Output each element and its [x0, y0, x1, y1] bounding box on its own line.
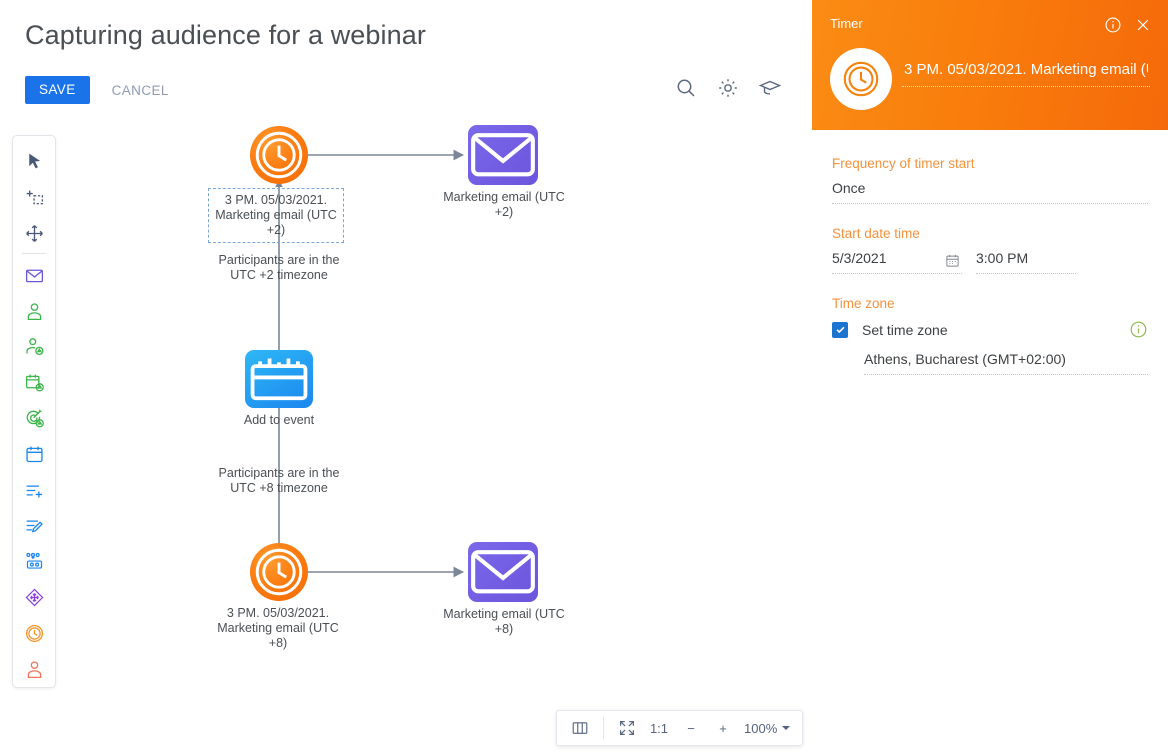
node-timer-utc2[interactable]	[250, 126, 308, 184]
edge-label-utc8: Participants are in the UTC +8 timezone	[218, 466, 340, 495]
timezone-select-wrapper	[864, 351, 1148, 375]
zoom-reset-button[interactable]: 1:1	[644, 711, 674, 745]
frequency-field-group: Frequency of timer start	[832, 156, 1148, 204]
start-time-wrapper	[976, 250, 1076, 274]
move-tool[interactable]	[14, 216, 54, 252]
diamond-move-tool[interactable]	[14, 580, 54, 616]
app-root: Capturing audience for a webinar SAVE CA…	[0, 0, 1168, 755]
timer-properties-panel: Timer Frequency of timer start Start dat…	[812, 0, 1168, 755]
columns-minimap-icon[interactable]	[565, 711, 595, 745]
cursor-select-tool[interactable]	[14, 144, 54, 180]
cancel-button[interactable]: CANCEL	[112, 83, 169, 98]
zoom-level-select[interactable]: 100%	[740, 721, 794, 736]
calendar-icon[interactable]	[945, 253, 960, 268]
action-bar: SAVE CANCEL	[25, 76, 169, 104]
gear-icon[interactable]	[716, 76, 740, 100]
chevron-down-icon	[782, 726, 791, 730]
set-timezone-row: Set time zone	[832, 320, 1148, 339]
timer-tool[interactable]	[14, 615, 54, 651]
start-datetime-row	[832, 250, 1148, 274]
target-goal-tool[interactable]	[14, 401, 54, 437]
node-label-email-utc8[interactable]: Marketing email (UTC +8)	[440, 607, 568, 637]
split-flow-tool[interactable]	[14, 544, 54, 580]
list-add-tool[interactable]	[14, 472, 54, 508]
timezone-field-group: Time zone Set time zone	[832, 296, 1148, 375]
timer-clock-icon	[830, 48, 892, 110]
start-datetime-label: Start date time	[832, 226, 920, 241]
calendar-add-tool[interactable]	[14, 365, 54, 401]
set-timezone-label: Set time zone	[862, 321, 948, 338]
main-canvas-area: Capturing audience for a webinar SAVE CA…	[0, 0, 812, 755]
list-edit-tool[interactable]	[14, 508, 54, 544]
palette-divider	[22, 253, 46, 255]
timezone-label: Time zone	[832, 296, 895, 311]
save-button[interactable]: SAVE	[25, 76, 90, 104]
tool-palette	[12, 135, 56, 688]
person-tool[interactable]	[14, 293, 54, 329]
page-title: Capturing audience for a webinar	[25, 20, 426, 50]
node-label-email-utc2[interactable]: Marketing email (UTC +2)	[440, 190, 568, 220]
participant-tool[interactable]	[14, 651, 54, 687]
info-circle-icon[interactable]	[1104, 16, 1122, 34]
node-label-timer-utc2[interactable]: 3 PM. 05/03/2021. Marketing email (UTC +…	[208, 188, 344, 243]
frequency-input[interactable]	[832, 180, 1148, 204]
close-icon[interactable]	[1134, 16, 1152, 34]
zoom-toolbar: 1:1 − + 100%	[556, 710, 804, 746]
calendar-tool[interactable]	[14, 436, 54, 472]
node-timer-utc8[interactable]	[250, 543, 308, 601]
node-label-add-to-event[interactable]: Add to event	[219, 413, 339, 428]
workflow-canvas[interactable]: 3 PM. 05/03/2021. Marketing email (UTC +…	[70, 110, 812, 690]
top-right-icons	[674, 76, 782, 100]
person-add-tool[interactable]	[14, 329, 54, 365]
start-date-input[interactable]	[832, 250, 962, 274]
timer-name-field[interactable]	[902, 60, 1150, 87]
zoom-level-value: 100%	[744, 720, 778, 736]
zoombar-divider	[603, 717, 604, 739]
timezone-input[interactable]	[864, 351, 1148, 375]
node-label-timer-utc8[interactable]: 3 PM. 05/03/2021. Marketing email (UTC +…	[210, 606, 346, 651]
node-email-utc8[interactable]	[468, 542, 538, 602]
zoom-in-button[interactable]: +	[708, 711, 738, 745]
frequency-label: Frequency of timer start	[832, 156, 975, 171]
edge-label-utc2: Participants are in the UTC +2 timezone	[218, 253, 340, 282]
zoom-out-button[interactable]: −	[676, 711, 706, 745]
panel-body: Frequency of timer start Start date time	[812, 130, 1168, 397]
start-time-input[interactable]	[976, 250, 1076, 274]
set-timezone-checkbox[interactable]	[832, 321, 848, 338]
timezone-info-icon[interactable]	[1129, 320, 1148, 339]
search-icon[interactable]	[674, 76, 698, 100]
graduation-cap-icon[interactable]	[758, 76, 782, 100]
fit-to-screen-icon[interactable]	[612, 711, 642, 745]
start-datetime-field-group: Start date time	[832, 226, 1148, 274]
add-selection-tool[interactable]	[14, 180, 54, 216]
panel-header: Timer	[812, 0, 1168, 130]
panel-title: Timer	[830, 16, 863, 31]
start-date-wrapper	[832, 250, 962, 274]
node-email-utc2[interactable]	[468, 125, 538, 185]
email-tool[interactable]	[14, 257, 54, 293]
node-add-to-event[interactable]	[245, 350, 313, 408]
